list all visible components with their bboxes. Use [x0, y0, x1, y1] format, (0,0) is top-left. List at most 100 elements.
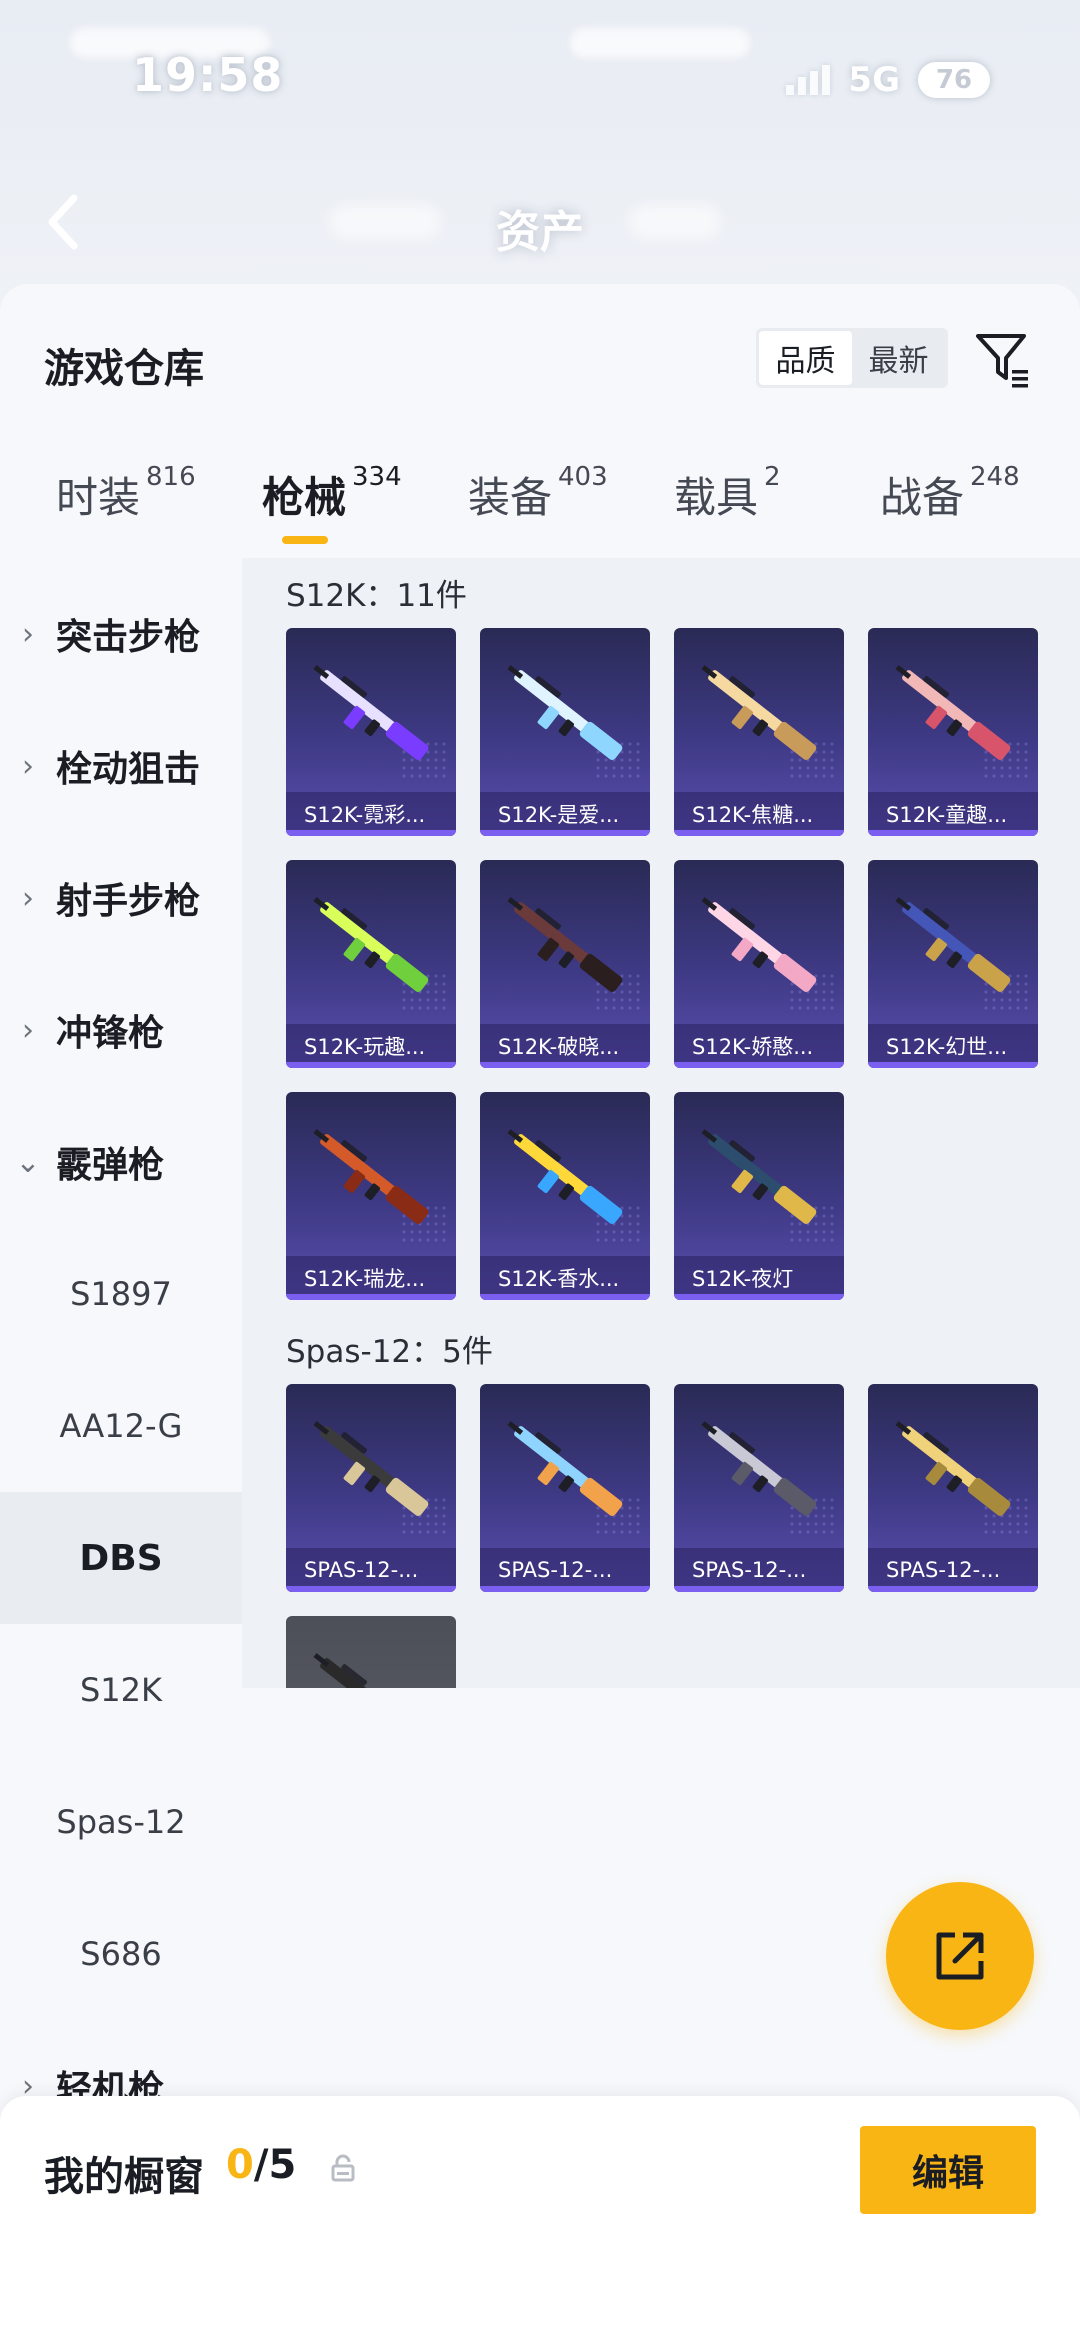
tab-equipment[interactable]: 装备 403: [468, 462, 608, 525]
sidebar-item-label: 栓动狙击: [56, 749, 201, 790]
tab-fashion[interactable]: 时装 816: [56, 462, 196, 525]
sidebar-item-label: DBS: [79, 1537, 163, 1579]
rarity-bar: [286, 830, 456, 836]
weapon-type-sidebar: › 突击步枪 › 栓动狙击 › 射手步枪 › 冲锋枪 ⌄ 霰弹枪 S1897 AA12-G DBS S12…: [0, 558, 242, 2110]
app-header: 19:58 5G 76 资产: [0, 0, 1080, 285]
weapon-icon: [895, 1421, 1011, 1516]
showcase-bar: 我的橱窗 0/5 编辑: [0, 2096, 1080, 2341]
weapon-icon: [701, 665, 817, 760]
weapon-icon: [507, 897, 623, 992]
tab-vehicles[interactable]: 载具 2: [674, 462, 781, 525]
showcase-label: 我的橱窗: [44, 2154, 204, 2200]
weapon-icon: [313, 1421, 429, 1516]
signal-icon: [786, 65, 831, 95]
chevron-down-icon: ⌄: [15, 1144, 41, 1180]
weapon-icon: [313, 665, 429, 760]
item-card[interactable]: SPAS-12-...: [480, 1384, 650, 1592]
item-card[interactable]: SPAS-12-...: [286, 1384, 456, 1592]
rarity-bar: [868, 830, 1038, 836]
item-card[interactable]: S12K-瑞龙...: [286, 1092, 456, 1300]
tab-supplies[interactable]: 战备 248: [880, 462, 1020, 525]
item-card[interactable]: S12K-童趣...: [868, 628, 1038, 836]
sidebar-item[interactable]: Spas-12: [0, 1756, 242, 1888]
rarity-bar: [480, 830, 650, 836]
sidebar-item[interactable]: S12K: [0, 1624, 242, 1756]
sheet-title: 游戏仓库: [44, 346, 204, 392]
tab-label: 装备: [468, 473, 553, 522]
showcase-used: 0: [226, 2142, 254, 2188]
item-card[interactable]: S12K-玩趣...: [286, 860, 456, 1068]
status-time: 19:58: [132, 48, 284, 102]
rarity-bar: [480, 1586, 650, 1592]
weapon-icon: [895, 665, 1011, 760]
share-button[interactable]: [886, 1882, 1034, 2030]
sidebar-item-label: 冲锋枪: [56, 1013, 165, 1054]
tab-label: 载具: [674, 473, 759, 522]
item-card[interactable]: S12K-焦糖...: [674, 628, 844, 836]
item-card[interactable]: S12K-娇憨...: [674, 860, 844, 1068]
showcase-count: 0/5: [226, 2142, 296, 2188]
category-tabs: 时装 816 枪械 334 装备 403 载具 2 战备 248: [0, 462, 1080, 544]
sidebar-item-label: 射手步枪: [56, 881, 201, 922]
blurred-text: [570, 28, 750, 58]
tab-firearms[interactable]: 枪械 334: [262, 462, 402, 525]
filter-icon[interactable]: [972, 328, 1034, 390]
network-label: 5G: [848, 60, 900, 100]
battery-icon: 76: [918, 62, 990, 98]
active-tab-indicator: [282, 536, 328, 544]
rarity-bar: [868, 1586, 1038, 1592]
tab-count: 403: [558, 462, 608, 492]
chevron-right-icon: ›: [22, 616, 34, 652]
weapon-icon: [313, 1129, 429, 1224]
sidebar-item-label: S1897: [70, 1275, 172, 1313]
weapon-icon: [895, 897, 1011, 992]
item-card[interactable]: S12K-是爱...: [480, 628, 650, 836]
item-card[interactable]: S12K-破晓...: [480, 860, 650, 1068]
sidebar-item-label: 突击步枪: [56, 617, 201, 658]
sort-newest-button[interactable]: 最新: [852, 331, 945, 385]
chevron-right-icon: ›: [22, 1012, 34, 1048]
item-card[interactable]: SPAS-12-...: [868, 1384, 1038, 1592]
weapon-icon: [701, 897, 817, 992]
status-icons: 5G 76: [786, 60, 990, 100]
item-card[interactable]: S12K-霓彩...: [286, 628, 456, 836]
weapon-icon: [507, 1129, 623, 1224]
tab-label: 战备: [880, 473, 965, 522]
sidebar-item[interactable]: › 射手步枪: [0, 832, 242, 964]
weapon-icon: [701, 1129, 817, 1224]
sidebar-item-label: Spas-12: [56, 1803, 186, 1841]
chevron-right-icon: ›: [22, 748, 34, 784]
sidebar-item[interactable]: AA12-G: [0, 1360, 242, 1492]
group-title: Spas-12：5件: [286, 1334, 493, 1370]
sidebar-item[interactable]: S1897: [0, 1228, 242, 1360]
item-card[interactable]: SPAS-12-...: [674, 1384, 844, 1592]
tab-label: 时装: [56, 473, 141, 522]
sidebar-item[interactable]: › 栓动狙击: [0, 700, 242, 832]
chevron-right-icon: ›: [22, 880, 34, 916]
sidebar-item[interactable]: › 突击步枪: [0, 568, 242, 700]
item-card[interactable]: SPAS-12-...: [286, 1616, 456, 1688]
sidebar-item[interactable]: S686: [0, 1888, 242, 2020]
edit-button[interactable]: 编辑: [860, 2126, 1036, 2214]
sidebar-item-label: AA12-G: [59, 1407, 183, 1445]
item-card[interactable]: S12K-夜灯: [674, 1092, 844, 1300]
tab-label: 枪械: [262, 473, 347, 522]
rarity-bar: [674, 1062, 844, 1068]
rarity-bar: [674, 830, 844, 836]
share-icon: [936, 1932, 984, 1980]
weapon-icon: [313, 1653, 398, 1688]
sidebar-item-label: S12K: [79, 1671, 162, 1709]
item-card[interactable]: S12K-幻世...: [868, 860, 1038, 1068]
rarity-bar: [286, 1294, 456, 1300]
item-card[interactable]: S12K-香水...: [480, 1092, 650, 1300]
weapon-icon: [701, 1421, 817, 1516]
sort-quality-button[interactable]: 品质: [759, 331, 852, 385]
sidebar-item[interactable]: ⌄ 霰弹枪: [0, 1096, 242, 1228]
rarity-bar: [480, 1062, 650, 1068]
sidebar-item[interactable]: › 冲锋枪: [0, 964, 242, 1096]
weapon-icon: [507, 665, 623, 760]
sidebar-item[interactable]: DBS: [0, 1492, 242, 1624]
showcase-total: /5: [253, 2142, 297, 2188]
rarity-bar: [480, 1294, 650, 1300]
rarity-bar: [286, 1586, 456, 1592]
